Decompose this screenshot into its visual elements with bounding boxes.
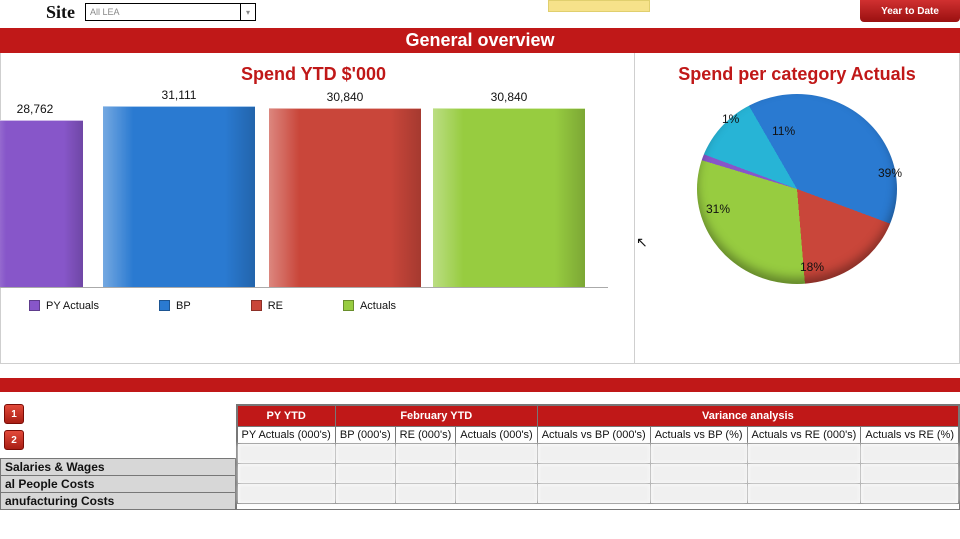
- bar-re: [269, 108, 421, 287]
- legend-label: Actuals: [360, 300, 396, 312]
- pie-slice-label: 31%: [706, 202, 730, 216]
- bar-actuals: [433, 108, 585, 287]
- col-header[interactable]: RE (000's): [395, 427, 456, 444]
- table-row: [237, 464, 958, 484]
- expand-button-2[interactable]: 2: [4, 430, 24, 450]
- table-row: [237, 484, 958, 504]
- chevron-down-icon[interactable]: ▾: [240, 3, 256, 21]
- bar-bp: [103, 106, 255, 287]
- table-row: [237, 444, 958, 464]
- bar-value: 28,762: [17, 102, 54, 116]
- site-select-value: All LEA: [90, 7, 120, 17]
- list-item[interactable]: Salaries & Wages: [1, 459, 235, 476]
- pie-chart-panel: Spend per category Actuals 39% 18% 31% 1…: [635, 53, 959, 363]
- section-ribbon: General overview: [0, 28, 960, 53]
- pie-chart-title: Spend per category Actuals: [643, 65, 951, 84]
- bar-py-actuals: [0, 120, 83, 287]
- site-select[interactable]: All LEA ▾: [85, 3, 256, 21]
- legend-label: BP: [176, 300, 191, 312]
- list-item[interactable]: al People Costs: [1, 476, 235, 493]
- pie-slice-label: 39%: [878, 166, 902, 180]
- legend-label: RE: [268, 300, 283, 312]
- pie-slice-label: 18%: [800, 260, 824, 274]
- col-group: Variance analysis: [537, 406, 958, 427]
- col-header[interactable]: Actuals vs RE (000's): [747, 427, 861, 444]
- data-grid: PY YTD February YTD Variance analysis PY…: [236, 404, 960, 510]
- col-header[interactable]: PY Actuals (000's): [237, 427, 335, 444]
- bar-legend: PY Actuals BP RE Actuals: [29, 300, 608, 312]
- bar-value: 30,840: [491, 90, 528, 104]
- col-group: February YTD: [335, 406, 537, 427]
- bar-chart-title: Spend YTD $'000: [1, 65, 626, 84]
- expand-button-1[interactable]: 1: [4, 404, 24, 424]
- chart-baseline: [0, 287, 608, 288]
- site-label: Site: [46, 2, 75, 23]
- col-group: PY YTD: [237, 406, 335, 427]
- info-note: [548, 0, 650, 12]
- col-header[interactable]: Actuals vs BP (000's): [537, 427, 650, 444]
- legend-label: PY Actuals: [46, 300, 99, 312]
- category-list: Salaries & Wages al People Costs anufact…: [0, 458, 236, 510]
- col-header[interactable]: Actuals vs RE (%): [861, 427, 959, 444]
- section-divider: [0, 378, 960, 392]
- pie-slice-label: 1%: [722, 112, 739, 126]
- pie-slice-label: 11%: [772, 124, 795, 138]
- bar-value: 31,111: [162, 88, 197, 102]
- list-item[interactable]: anufacturing Costs: [1, 493, 235, 510]
- col-header[interactable]: Actuals (000's): [456, 427, 537, 444]
- col-header[interactable]: BP (000's): [335, 427, 395, 444]
- col-header[interactable]: Actuals vs BP (%): [650, 427, 747, 444]
- bar-value: 30,840: [327, 90, 364, 104]
- bar-chart-panel: Spend YTD $'000 28,762 31,111 30,840 30,…: [1, 53, 635, 363]
- year-to-date-button[interactable]: Year to Date: [860, 0, 960, 22]
- bar-chart: 28,762 31,111 30,840 30,840 PY Act: [0, 86, 626, 316]
